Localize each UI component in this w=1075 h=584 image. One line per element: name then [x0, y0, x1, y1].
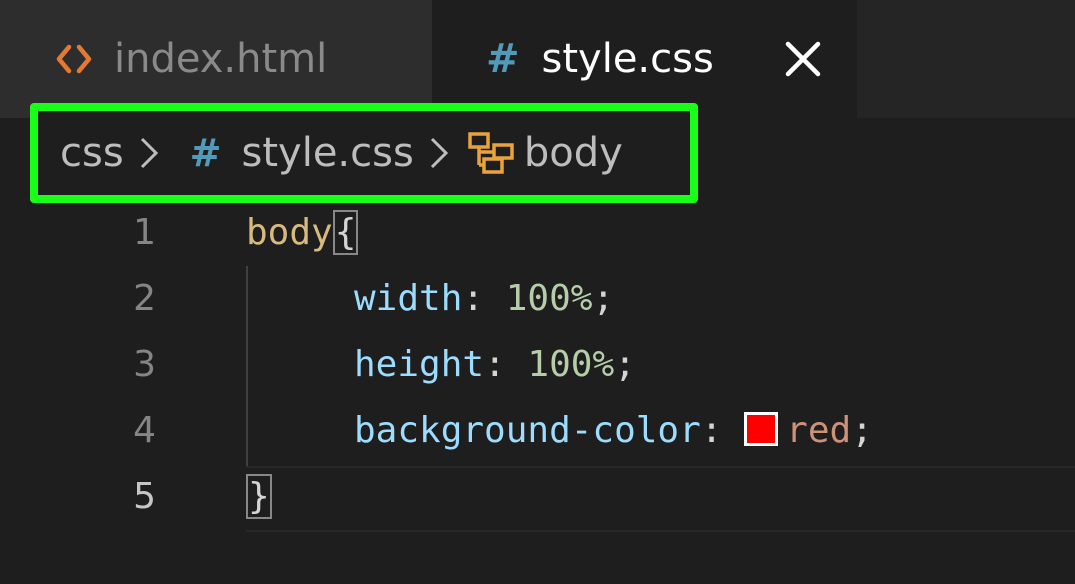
css-hash-icon: #	[486, 36, 520, 82]
semicolon-token: ;	[592, 278, 615, 319]
code-line: 4 background-color: red;	[0, 398, 1075, 464]
tab-style-css[interactable]: # style.css	[432, 0, 857, 118]
code-content: width: 100%;	[354, 266, 614, 332]
line-number: 2	[133, 278, 156, 319]
css-hash-icon: #	[189, 131, 222, 175]
tab-label: style.css	[541, 36, 714, 82]
code-line: 2 width: 100%;	[0, 266, 1075, 332]
code-content: }	[246, 464, 272, 530]
close-icon[interactable]	[784, 40, 822, 78]
code-content: background-color: red;	[354, 398, 873, 464]
semicolon-token: ;	[614, 344, 636, 385]
tab-bar: index.html # style.css	[0, 0, 1075, 118]
breadcrumb-item-file[interactable]: style.css	[242, 133, 414, 173]
line-number: 3	[133, 344, 156, 385]
breadcrumb-item-symbol[interactable]: body	[524, 133, 623, 173]
colon-token: :	[462, 278, 485, 319]
open-brace-token: {	[332, 210, 359, 255]
code-editor[interactable]: 1 body{ 2 width: 100%; 3 height: 100%; 4…	[0, 200, 1075, 584]
close-brace-token: }	[246, 474, 272, 519]
code-content: body{	[246, 200, 359, 266]
color-swatch[interactable]	[744, 412, 779, 446]
value-token: 100%	[527, 344, 615, 385]
semicolon-token: ;	[851, 410, 873, 451]
chevron-right-icon	[430, 137, 448, 169]
colon-token: :	[700, 410, 723, 451]
value-token: red	[786, 410, 852, 451]
breadcrumb-item-folder[interactable]: css	[60, 133, 124, 173]
code-content: height: 100%;	[354, 332, 636, 398]
selector-token: body	[246, 212, 333, 253]
line-number: 4	[133, 410, 156, 451]
property-token: width	[354, 278, 463, 319]
property-token: height	[354, 344, 485, 385]
tab-index-html[interactable]: index.html	[0, 0, 432, 118]
chevron-right-icon	[140, 137, 158, 169]
line-number: 1	[133, 212, 156, 253]
code-line: 3 height: 100%;	[0, 332, 1075, 398]
html-icon	[56, 44, 92, 74]
tab-label: index.html	[114, 36, 328, 82]
value-token: 100%	[505, 278, 593, 319]
line-number: 5	[133, 476, 156, 517]
code-line: 5 }	[0, 464, 1075, 530]
colon-token: :	[484, 344, 506, 385]
property-token: background-color	[354, 410, 701, 451]
breadcrumb: css # style.css body	[30, 103, 698, 203]
symbol-structure-icon	[468, 132, 514, 174]
code-line: 1 body{	[0, 200, 1075, 266]
